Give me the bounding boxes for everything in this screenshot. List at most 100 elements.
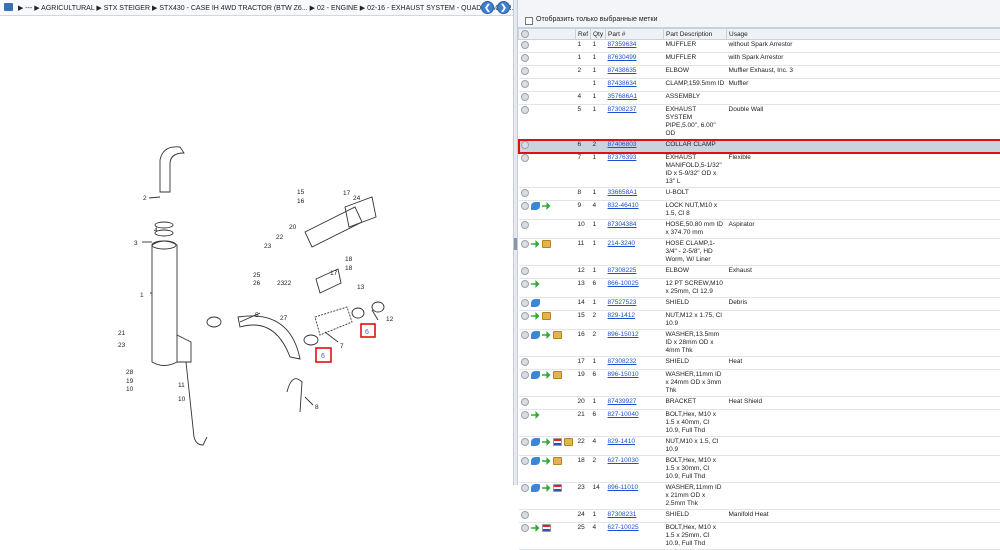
info-icon[interactable] bbox=[531, 202, 540, 210]
row-actions[interactable] bbox=[519, 66, 576, 79]
part-number-link[interactable]: 87527523 bbox=[608, 299, 637, 306]
add-to-cart-icon[interactable] bbox=[531, 524, 540, 532]
part-number-link[interactable]: 87376393 bbox=[608, 154, 637, 161]
part-number-link[interactable]: 829-1412 bbox=[608, 312, 635, 319]
row-select-icon[interactable] bbox=[521, 141, 529, 149]
table-row[interactable]: 196896-15010WASHER,11mm ID x 24mm OD x 3… bbox=[519, 370, 1000, 397]
row-actions[interactable] bbox=[519, 510, 576, 523]
info-icon[interactable] bbox=[531, 299, 540, 307]
row-actions[interactable] bbox=[519, 279, 576, 298]
row-select-icon[interactable] bbox=[521, 331, 529, 339]
table-row[interactable]: 182627-10030BOLT,Hex, M10 x 1.5 x 30mm, … bbox=[519, 456, 1000, 483]
breadcrumb-item[interactable]: ▶ STX STEIGER bbox=[96, 5, 150, 12]
row-select-icon[interactable] bbox=[521, 280, 529, 288]
add-to-cart-icon[interactable] bbox=[542, 484, 551, 492]
table-row[interactable]: 10187304384HOSE,50.80 mm ID x 374.70 mmA… bbox=[519, 220, 1000, 239]
table-row[interactable]: 1187359634MUFFLERwithout Spark Arrestor bbox=[519, 40, 1000, 53]
row-select-icon[interactable] bbox=[521, 93, 529, 101]
table-row[interactable]: 14187527523SHIELDDebris bbox=[519, 298, 1000, 311]
part-number-link[interactable]: 627-10030 bbox=[608, 457, 639, 464]
row-select-icon[interactable] bbox=[521, 524, 529, 532]
row-actions[interactable] bbox=[519, 523, 576, 550]
add-to-cart-icon[interactable] bbox=[542, 202, 551, 210]
row-actions[interactable] bbox=[519, 153, 576, 188]
table-row[interactable]: 94832-46410LOCK NUT,M10 x 1.5, Cl 8 bbox=[519, 201, 1000, 220]
part-number-link[interactable]: 87308231 bbox=[608, 511, 637, 518]
info-icon[interactable] bbox=[531, 438, 540, 446]
package-icon[interactable] bbox=[564, 438, 573, 446]
row-select-icon[interactable] bbox=[521, 154, 529, 162]
row-select-icon[interactable] bbox=[521, 371, 529, 379]
row-actions[interactable] bbox=[519, 79, 576, 92]
header-usage[interactable]: Usage bbox=[727, 29, 1000, 40]
header-ref[interactable]: Ref bbox=[576, 29, 591, 40]
row-select-icon[interactable] bbox=[521, 106, 529, 114]
select-all-icon[interactable] bbox=[521, 30, 529, 38]
row-select-icon[interactable] bbox=[521, 41, 529, 49]
country-flag-icon[interactable] bbox=[553, 484, 562, 492]
row-select-icon[interactable] bbox=[521, 221, 529, 229]
row-actions[interactable] bbox=[519, 298, 576, 311]
part-number-link[interactable]: 357686A1 bbox=[608, 93, 638, 100]
table-row[interactable]: 216827-10040BOLT,Hex, M10 x 1.5 x 40mm, … bbox=[519, 410, 1000, 437]
table-row[interactable]: 162896-15012WASHER,13.5mm ID x 28mm OD x… bbox=[519, 330, 1000, 357]
row-select-icon[interactable] bbox=[521, 358, 529, 366]
header-qty[interactable]: Qty bbox=[591, 29, 606, 40]
table-row[interactable]: 5187308237EXHAUST SYSTEM PIPE,5.00", 6.0… bbox=[519, 105, 1000, 140]
add-to-cart-icon[interactable] bbox=[531, 240, 540, 248]
back-button[interactable]: ❮ bbox=[481, 1, 494, 14]
part-number-link[interactable]: 87630499 bbox=[608, 54, 637, 61]
row-select-icon[interactable] bbox=[521, 511, 529, 519]
row-select-icon[interactable] bbox=[521, 202, 529, 210]
row-select-icon[interactable] bbox=[521, 189, 529, 197]
breadcrumb-item[interactable]: ▶ STX430 - CASE IH 4WD TRACTOR (BTW Z6..… bbox=[152, 5, 308, 12]
add-to-cart-icon[interactable] bbox=[542, 371, 551, 379]
part-number-link[interactable]: 87308232 bbox=[608, 358, 637, 365]
table-row[interactable]: 20187439927BRACKETHeat Shield bbox=[519, 397, 1000, 410]
row-select-icon[interactable] bbox=[521, 67, 529, 75]
table-row[interactable]: 6287406803COLLAR CLAMP bbox=[519, 140, 1000, 153]
row-actions[interactable] bbox=[519, 437, 576, 456]
table-row[interactable]: 254627-10025BOLT,Hex, M10 x 1.5 x 25mm, … bbox=[519, 523, 1000, 550]
part-number-link[interactable]: 896-15010 bbox=[608, 371, 639, 378]
row-select-icon[interactable] bbox=[521, 54, 529, 62]
add-to-cart-icon[interactable] bbox=[542, 438, 551, 446]
table-row[interactable]: 136866-1002512 PT SCREW,M10 x 25mm, Cl 1… bbox=[519, 279, 1000, 298]
row-select-icon[interactable] bbox=[521, 299, 529, 307]
add-to-cart-icon[interactable] bbox=[531, 312, 540, 320]
country-flag-icon[interactable] bbox=[542, 524, 551, 532]
splitter-grip-icon[interactable] bbox=[514, 238, 517, 250]
breadcrumb-item[interactable]: ▶ --- bbox=[18, 5, 32, 12]
part-number-link[interactable]: 627-10025 bbox=[608, 524, 639, 531]
row-actions[interactable] bbox=[519, 483, 576, 510]
row-select-icon[interactable] bbox=[521, 267, 529, 275]
row-actions[interactable] bbox=[519, 188, 576, 201]
row-actions[interactable] bbox=[519, 456, 576, 483]
part-number-link[interactable]: 87304384 bbox=[608, 221, 637, 228]
row-select-icon[interactable] bbox=[521, 484, 529, 492]
package-icon[interactable] bbox=[553, 371, 562, 379]
breadcrumb-item[interactable]: ▶ 02 - ENGINE bbox=[310, 5, 358, 12]
part-number-link[interactable]: 87439927 bbox=[608, 398, 637, 405]
table-row[interactable]: 111214-3240HOSE CLAMP,1-3/4" - 2-5/8", H… bbox=[519, 239, 1000, 266]
header-description[interactable]: Part Description bbox=[664, 29, 727, 40]
table-row[interactable]: 81336658A1U-BOLT bbox=[519, 188, 1000, 201]
info-icon[interactable] bbox=[531, 371, 540, 379]
part-number-link[interactable]: 866-10025 bbox=[608, 280, 639, 287]
row-select-icon[interactable] bbox=[521, 438, 529, 446]
table-row[interactable]: 7187376393EXHAUST MANIFOLD,5-1/32" ID x … bbox=[519, 153, 1000, 188]
info-icon[interactable] bbox=[531, 484, 540, 492]
table-row[interactable]: 2187438635ELBOWMuffler Exhaust, Inc. 3 bbox=[519, 66, 1000, 79]
row-actions[interactable] bbox=[519, 53, 576, 66]
row-actions[interactable] bbox=[519, 140, 576, 153]
table-row[interactable]: 1187630499MUFFLERwith Spark Arrestor bbox=[519, 53, 1000, 66]
package-icon[interactable] bbox=[542, 240, 551, 248]
info-icon[interactable] bbox=[531, 331, 540, 339]
table-row[interactable]: 152829-1412NUT,M12 x 1.75, Cl 10.9 bbox=[519, 311, 1000, 330]
row-actions[interactable] bbox=[519, 370, 576, 397]
info-icon[interactable] bbox=[531, 457, 540, 465]
row-actions[interactable] bbox=[519, 397, 576, 410]
row-actions[interactable] bbox=[519, 239, 576, 266]
row-select-icon[interactable] bbox=[521, 80, 529, 88]
header-part-number[interactable]: Part # bbox=[606, 29, 664, 40]
